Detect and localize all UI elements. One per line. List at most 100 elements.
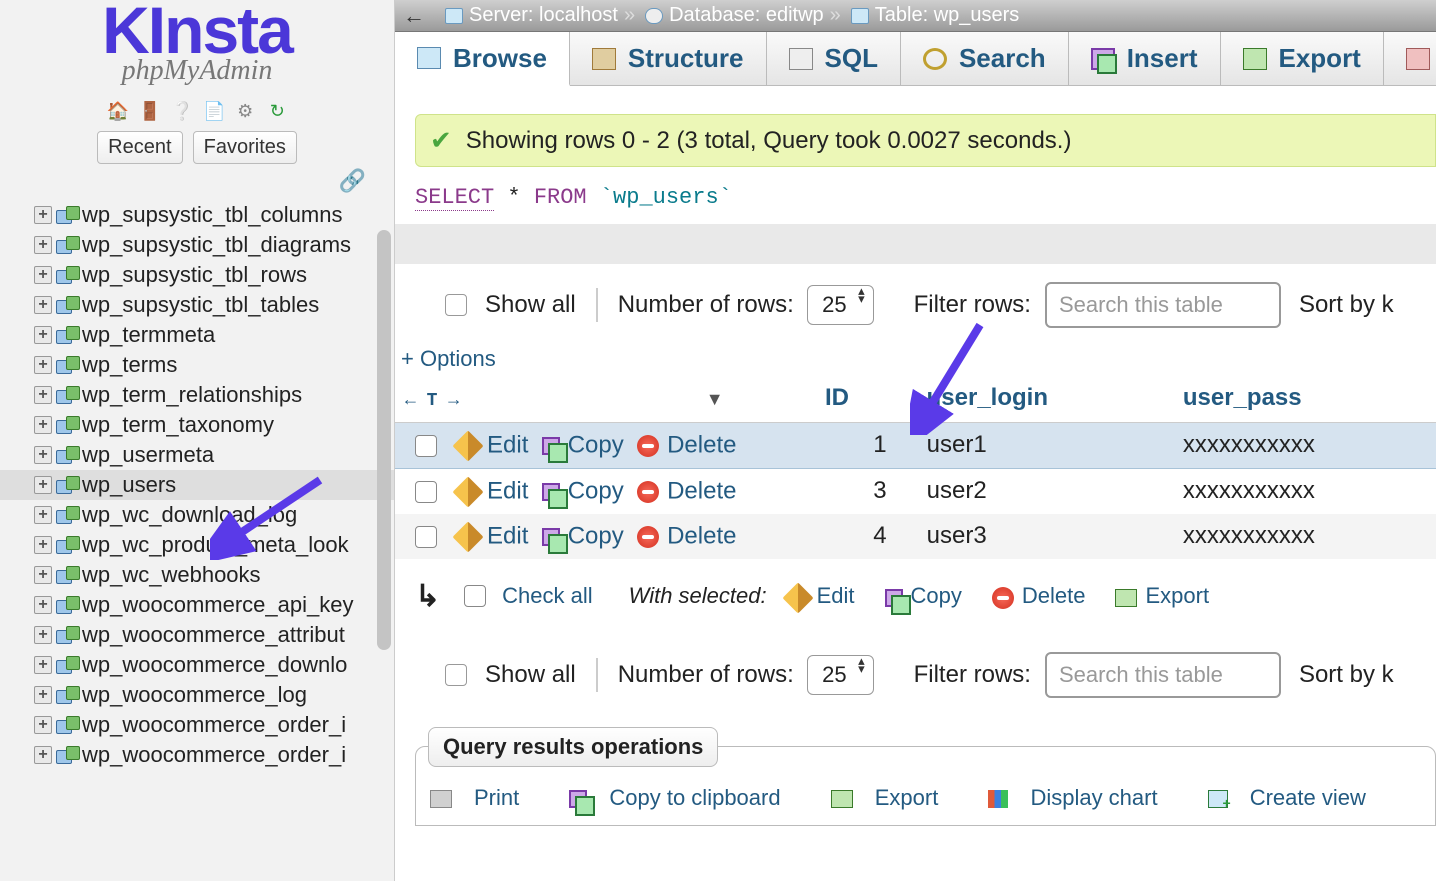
tree-item-wp_term_relationships[interactable]: +wp_term_relationships [0, 380, 394, 410]
tree-item-wp_supsystic_tbl_rows[interactable]: + wp_supsystic_tbl_rows [0, 260, 394, 290]
op-export[interactable]: Export [831, 785, 961, 810]
op-print[interactable]: Print [430, 785, 541, 810]
expand-icon[interactable]: + [34, 536, 52, 554]
tab-search[interactable]: Search [901, 32, 1069, 85]
expand-icon[interactable]: + [34, 656, 52, 674]
row-copy[interactable]: Copy [542, 477, 624, 504]
expand-icon[interactable]: + [34, 716, 52, 734]
expand-icon[interactable]: + [34, 596, 52, 614]
row-edit[interactable]: Edit [457, 431, 528, 458]
row-copy[interactable]: Copy [542, 431, 624, 458]
settings-icon[interactable]: ⚙ [235, 101, 255, 121]
favorites-button[interactable]: Favorites [193, 131, 297, 164]
op-create-view[interactable]: Create view [1208, 785, 1388, 810]
reload-icon[interactable]: ↻ [267, 101, 287, 121]
expand-icon[interactable]: + [34, 746, 52, 764]
expand-icon[interactable]: + [34, 236, 52, 254]
num-rows-select[interactable]: 25 [807, 285, 873, 325]
copy-icon [569, 790, 587, 808]
op-copy-clipboard[interactable]: Copy to clipboard [569, 785, 802, 810]
crumb-db-value[interactable]: editwp [766, 4, 824, 27]
row-delete[interactable]: Delete [637, 522, 736, 549]
col-id[interactable]: ID [805, 378, 907, 423]
tree-item-wp_woocommerce_order_i[interactable]: +wp_woocommerce_order_i [0, 740, 394, 770]
tree-item-wp_termmeta[interactable]: +wp_termmeta [0, 320, 394, 350]
sidebar: KInsta phpMyAdmin 🏠 🚪 ❔ 📄 ⚙ ↻ Recent Fav… [0, 0, 395, 881]
expand-icon[interactable]: + [34, 416, 52, 434]
docs-icon[interactable]: 📄 [203, 101, 223, 121]
expand-icon[interactable]: + [34, 446, 52, 464]
tab-insert[interactable]: Insert [1069, 32, 1221, 85]
op-display-chart[interactable]: Display chart [988, 785, 1179, 810]
check-all-link[interactable]: Check all [502, 583, 592, 609]
row-edit[interactable]: Edit [457, 477, 528, 504]
search-input-2[interactable]: Search this table [1045, 652, 1281, 698]
expand-icon[interactable]: + [34, 476, 52, 494]
row-checkbox[interactable] [415, 526, 437, 548]
row-checkbox[interactable] [415, 435, 437, 457]
crumb-table-value[interactable]: wp_users [934, 4, 1020, 27]
back-arrow-icon[interactable]: ← [403, 3, 425, 29]
expand-icon[interactable]: + [34, 506, 52, 524]
bulk-copy[interactable]: Copy [885, 583, 962, 609]
options-link[interactable]: + Options [401, 346, 1436, 372]
tab-structure[interactable]: Structure [570, 32, 767, 85]
expand-icon[interactable]: + [34, 386, 52, 404]
tree-item-wp_term_taxonomy[interactable]: +wp_term_taxonomy [0, 410, 394, 440]
expand-icon[interactable]: + [34, 206, 52, 224]
tree-item-wp_woocommerce_attribut[interactable]: +wp_woocommerce_attribut [0, 620, 394, 650]
expand-icon[interactable]: + [34, 326, 52, 344]
expand-icon[interactable]: + [34, 686, 52, 704]
tree-item-wp_wc_product_meta_look[interactable]: +wp_wc_product_meta_look [0, 530, 394, 560]
row-delete[interactable]: Delete [637, 477, 736, 504]
num-rows-select-2[interactable]: 25 [807, 655, 873, 695]
tree-item-wp_wc_download_log[interactable]: +wp_wc_download_log [0, 500, 394, 530]
tab-sql[interactable]: SQL [767, 32, 901, 85]
recent-button[interactable]: Recent [97, 131, 182, 164]
scrollbar-thumb[interactable] [377, 230, 391, 650]
row-delete[interactable]: Delete [637, 431, 736, 458]
tree-item-wp_users[interactable]: +wp_users [0, 470, 394, 500]
table-tree[interactable]: +wp_supsystic_tbl_columns+wp_supsystic_t… [0, 200, 394, 770]
logout-icon[interactable]: 🚪 [139, 101, 159, 121]
home-icon[interactable]: 🏠 [107, 101, 127, 121]
structure-icon [592, 48, 616, 70]
expand-icon[interactable]: + [34, 356, 52, 374]
col-user-login[interactable]: user_login [907, 378, 1163, 423]
bulk-edit[interactable]: Edit [787, 583, 855, 609]
tab-export[interactable]: Export [1221, 32, 1384, 85]
tree-item-wp_usermeta[interactable]: +wp_usermeta [0, 440, 394, 470]
bulk-export[interactable]: Export [1115, 583, 1209, 609]
expand-icon[interactable]: + [34, 566, 52, 584]
tree-item-wp_woocommerce_downlo[interactable]: +wp_woocommerce_downlo [0, 650, 394, 680]
tree-item-wp_wc_webhooks[interactable]: +wp_wc_webhooks [0, 560, 394, 590]
tree-item-wp_terms[interactable]: + wp_terms [0, 350, 394, 380]
tree-item-wp_supsystic_tbl_diagrams[interactable]: +wp_supsystic_tbl_diagrams [0, 230, 394, 260]
expand-icon[interactable]: + [34, 266, 52, 284]
expand-icon[interactable]: + [34, 296, 52, 314]
link-icon[interactable]: 🔗 [339, 168, 366, 193]
tab-browse[interactable]: Browse [395, 32, 570, 86]
tree-item-wp_supsystic_tbl_columns[interactable]: +wp_supsystic_tbl_columns [0, 200, 394, 230]
show-all-checkbox[interactable] [445, 294, 467, 316]
bulk-delete[interactable]: Delete [992, 583, 1086, 609]
search-input[interactable]: Search this table [1045, 282, 1281, 328]
tree-item-wp_supsystic_tbl_tables[interactable]: +wp_supsystic_tbl_tables [0, 290, 394, 320]
col-user-pass[interactable]: user_pass [1163, 378, 1436, 423]
tree-item-wp_woocommerce_api_key[interactable]: +wp_woocommerce_api_key [0, 590, 394, 620]
nav-arrows-icon[interactable]: ← T → [405, 391, 459, 411]
show-all-checkbox-2[interactable] [445, 664, 467, 686]
check-all-checkbox[interactable] [464, 585, 486, 607]
row-checkbox[interactable] [415, 481, 437, 503]
tree-item-wp_woocommerce_log[interactable]: +wp_woocommerce_log [0, 680, 394, 710]
row-edit[interactable]: Edit [457, 522, 528, 549]
row-copy[interactable]: Copy [542, 522, 624, 549]
tree-item-label: wp_terms [82, 352, 177, 378]
crumb-server-value[interactable]: localhost [539, 4, 618, 27]
tab-import[interactable]: Imp [1384, 32, 1436, 85]
sort-indicator-icon[interactable]: ▼ [706, 389, 724, 409]
tree-item-label: wp_supsystic_tbl_rows [82, 262, 307, 288]
tree-item-wp_woocommerce_order_i[interactable]: +wp_woocommerce_order_i [0, 710, 394, 740]
expand-icon[interactable]: + [34, 626, 52, 644]
help-icon[interactable]: ❔ [171, 101, 191, 121]
